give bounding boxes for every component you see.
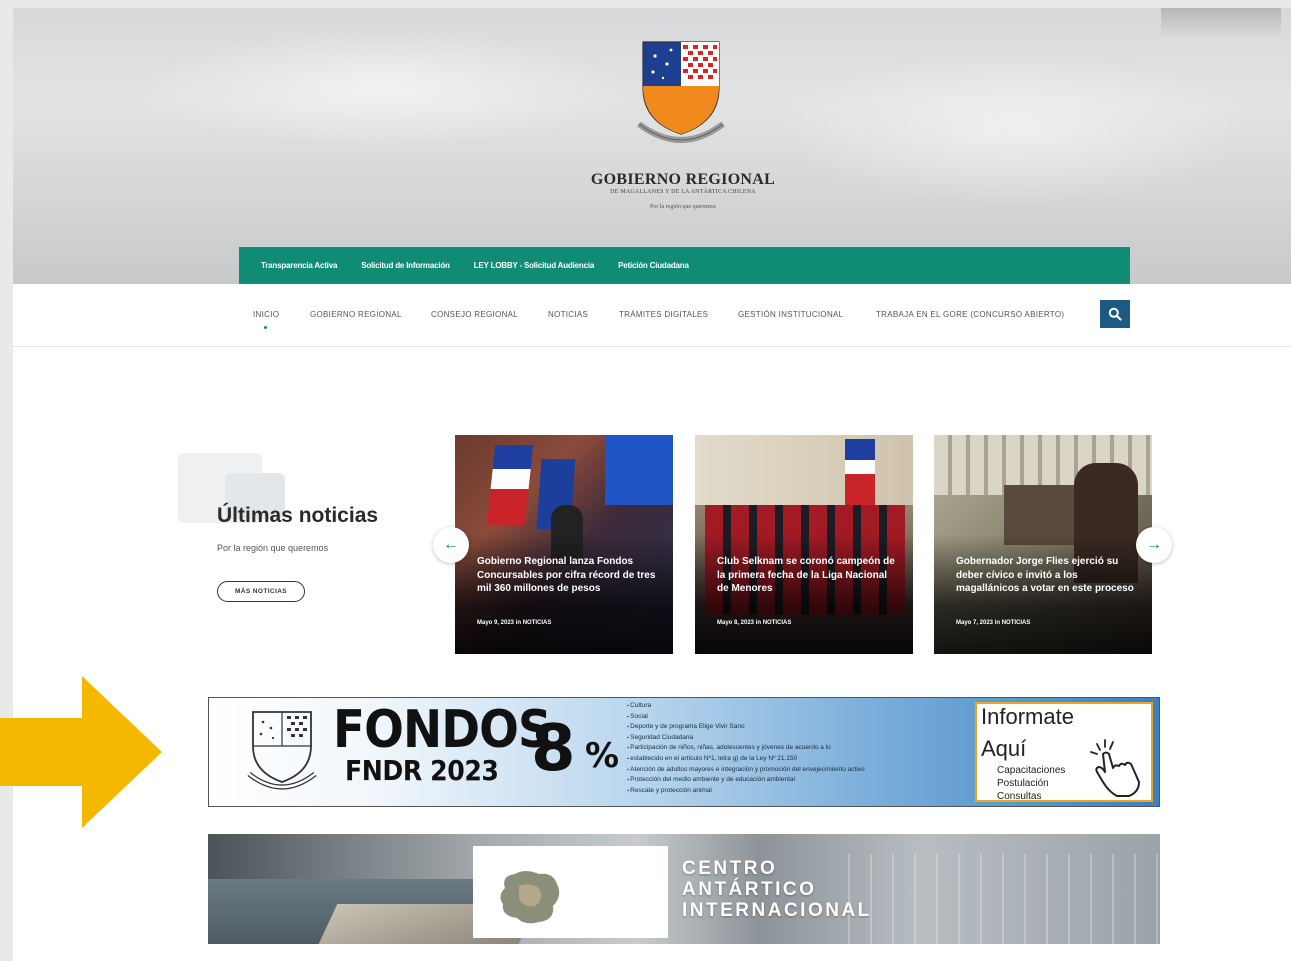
fondos-fndr-banner[interactable]: FONDOS FNDR 2023 8 % Cultura Social Depo… — [208, 697, 1160, 807]
link-capacitaciones[interactable]: Capacitaciones — [997, 765, 1065, 776]
pointing-hand-icon — [1090, 739, 1140, 797]
nav-item-tramites-digitales[interactable]: TRÁMITES DIGITALES — [619, 310, 708, 319]
nav-item-noticias[interactable]: NOTICIAS — [548, 310, 588, 319]
arrow-left-icon: ← — [443, 536, 459, 553]
news-card[interactable]: Gobierno Regional lanza Fondos Concursab… — [455, 435, 673, 654]
news-card-category[interactable]: NOTICIAS — [1002, 620, 1031, 626]
fondos-category-item: Rescate y protección animal — [627, 786, 977, 797]
antarctica-map-panel — [473, 846, 668, 938]
news-card-date: Mayo 7, 2023 in — [956, 620, 1002, 626]
card-image-wall — [695, 435, 913, 505]
news-card-date: Mayo 9, 2023 in — [477, 620, 523, 626]
carousel-prev-button[interactable]: ← — [433, 527, 469, 563]
news-card[interactable]: Gobernador Jorge Flies ejerció su deber … — [934, 435, 1152, 654]
news-card-category[interactable]: NOTICIAS — [763, 620, 792, 626]
fondos-category-list: Cultura Social Deporte y de programa Eli… — [627, 701, 977, 796]
banner-building-image — [848, 854, 1160, 944]
nav-item-consejo-regional[interactable]: CONSEJO REGIONAL — [431, 310, 518, 319]
active-indicator — [264, 326, 267, 329]
site-subtitle: DE MAGALLANES Y DE LA ANTÁRTICA CHILENA — [610, 189, 756, 195]
fondos-percent-number: 8 — [531, 712, 576, 786]
nav-item-gobierno-regional[interactable]: GOBIERNO REGIONAL — [310, 310, 402, 319]
informate-aqui-box[interactable]: Informate Aquí Capacitaciones Postulació… — [975, 702, 1153, 802]
hero-trees — [1161, 8, 1281, 38]
news-card-date: Mayo 8, 2023 in — [717, 620, 763, 626]
news-card-category[interactable]: NOTICIAS — [523, 620, 552, 626]
fondos-category-item: Cultura — [627, 701, 977, 712]
informate-label: Informate — [981, 704, 1074, 729]
news-heading: Últimas noticias — [217, 504, 379, 527]
news-subheading: Por la región que queremos — [217, 543, 329, 553]
news-card[interactable]: Club Selknam se coronó campeón de la pri… — [695, 435, 913, 654]
card-image-flag — [845, 439, 875, 509]
nav-item-trabaja-en-el-gore[interactable]: TRABAJA EN EL GORE (CONCURSO ABIERTO) — [876, 310, 1064, 319]
banner-line: ANTÁRTICO — [682, 879, 817, 900]
card-image-screen — [605, 435, 673, 505]
search-icon — [1108, 307, 1122, 321]
news-card-title[interactable]: Gobierno Regional lanza Fondos Concursab… — [477, 555, 657, 596]
nav-item-gestion-institucional[interactable]: GESTIÓN INSTITUCIONAL — [738, 310, 843, 319]
topbar-link-solicitud[interactable]: Solicitud de Información — [361, 261, 450, 270]
search-button[interactable] — [1100, 300, 1130, 328]
fondos-category-item: Seguridad Ciudadana — [627, 733, 977, 744]
regional-crest-logo[interactable] — [633, 38, 729, 148]
hero-fog — [133, 28, 633, 148]
more-news-button[interactable]: MÁS NOTICIAS — [217, 581, 305, 602]
link-postulacion[interactable]: Postulación — [997, 778, 1049, 789]
banner-line: INTERNACIONAL — [682, 900, 872, 921]
card-image-flag — [486, 445, 534, 525]
browser-page: GOBIERNO REGIONAL DE MAGALLANES Y DE LA … — [13, 8, 1291, 961]
news-card-title[interactable]: Gobernador Jorge Flies ejerció su deber … — [956, 555, 1136, 596]
fondos-category-item: Participación de niños, niñas, adolescen… — [627, 743, 977, 754]
fondos-title: FONDOS — [333, 700, 552, 760]
news-card-title[interactable]: Club Selknam se coronó campeón de la pri… — [717, 555, 897, 596]
fondos-category-item: Protección del medio ambiente y de educa… — [627, 775, 977, 786]
regional-crest-outline-icon — [247, 711, 317, 790]
aqui-label: Aquí — [981, 736, 1027, 761]
site-title[interactable]: GOBIERNO REGIONAL — [513, 171, 853, 189]
fondos-subtitle: FNDR 2023 — [345, 754, 499, 787]
fondos-category-item: Deporte y de programa Elige Vivir Sano — [627, 722, 977, 733]
annotation-arrow-icon — [0, 676, 162, 828]
centro-antartico-title: CENTRO ANTÁRTICO INTERNACIONAL — [682, 858, 872, 921]
link-consultas[interactable]: Consultas — [997, 791, 1041, 802]
fondos-category-item: establecido en el artículo Nº1, letra g)… — [627, 754, 977, 765]
news-card-meta: Mayo 7, 2023 in NOTICIAS — [956, 620, 1030, 626]
fondos-category-item: Atención de adultos mayores e integració… — [627, 765, 977, 776]
carousel-next-button[interactable]: → — [1136, 527, 1172, 563]
news-card-meta: Mayo 9, 2023 in NOTICIAS — [477, 620, 551, 626]
news-card-meta: Mayo 8, 2023 in NOTICIAS — [717, 620, 791, 626]
banner-line: CENTRO — [682, 858, 778, 879]
site-tagline: Por la región que queremos — [650, 204, 716, 210]
topbar-link-peticion[interactable]: Petición Ciudadana — [618, 261, 689, 270]
centro-antartico-banner[interactable]: CENTRO ANTÁRTICO INTERNACIONAL — [208, 834, 1160, 944]
hero-header: GOBIERNO REGIONAL DE MAGALLANES Y DE LA … — [13, 8, 1291, 284]
antarctica-map-icon — [500, 871, 560, 924]
topbar-link-transparencia[interactable]: Transparencia Activa — [261, 261, 337, 270]
fondos-percent-sign: % — [585, 736, 620, 776]
fondos-category-item: Social — [627, 712, 977, 723]
nav-item-inicio[interactable]: INICIO — [253, 310, 279, 319]
transparency-bar: Transparencia Activa Solicitud de Inform… — [239, 247, 1130, 284]
arrow-right-icon: → — [1146, 536, 1162, 553]
topbar-link-lobby[interactable]: LEY LOBBY - Solicitud Audiencia — [474, 261, 595, 270]
main-navigation: INICIO GOBIERNO REGIONAL CONSEJO REGIONA… — [13, 284, 1291, 347]
